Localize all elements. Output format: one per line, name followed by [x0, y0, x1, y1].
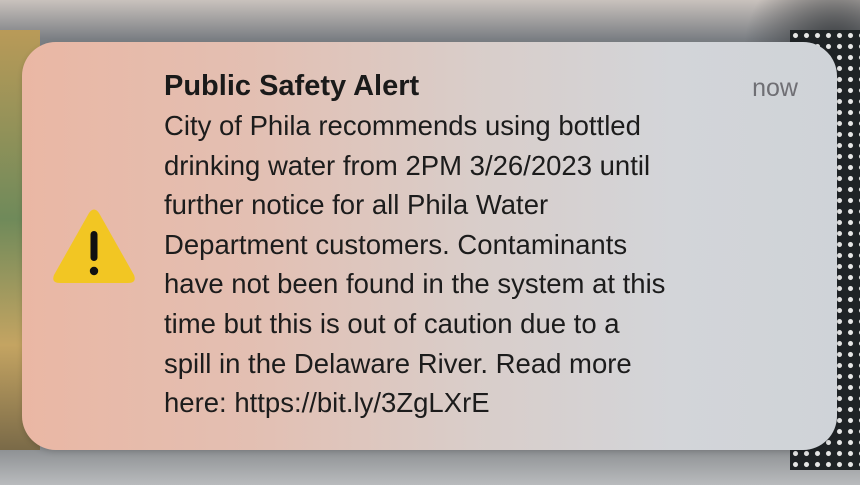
- message-line: drinking water from 2PM 3/26/2023 until: [164, 149, 651, 181]
- message-line: have not been found in the system at thi…: [164, 268, 666, 300]
- notification-timestamp: now: [752, 74, 798, 102]
- message-line: Department customers. Contaminants: [164, 228, 628, 260]
- message-line: City of Phila recommends using bottled: [164, 110, 641, 141]
- notification-title: Public Safety Alert: [164, 70, 420, 102]
- message-line: further notice for all Phila Water: [164, 189, 549, 221]
- warning-triangle-icon: [53, 209, 135, 283]
- message-line: spill in the Delaware River. Read more: [164, 347, 632, 379]
- message-line: here: https://bit.ly/3ZgLXrE: [164, 387, 490, 419]
- message-line: time but this is out of caution due to a: [164, 307, 620, 339]
- notification-message: City of Phila recommends using bottled d…: [164, 106, 814, 423]
